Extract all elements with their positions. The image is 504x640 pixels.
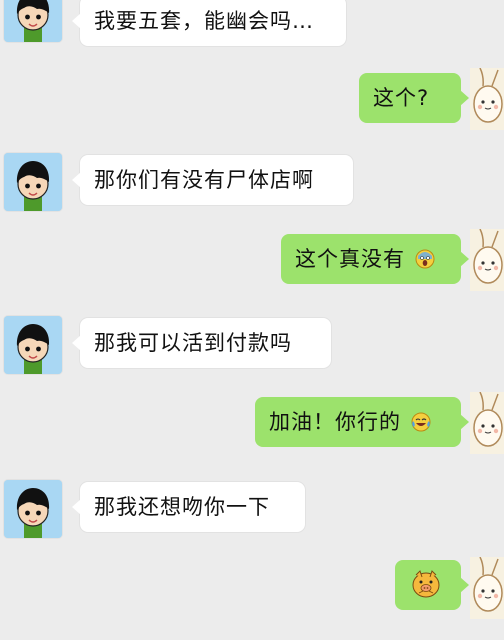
pig-sticker-icon xyxy=(410,568,442,600)
message-text: 那我还想吻你一下 xyxy=(94,495,270,519)
contact-avatar[interactable] xyxy=(4,0,62,42)
message-bubble[interactable]: 我要五套，能幽会吗… xyxy=(72,0,346,46)
scream-emoji-icon xyxy=(415,249,435,269)
user-avatar[interactable] xyxy=(470,229,504,291)
message-bubble[interactable]: 那我可以活到付款吗 xyxy=(72,318,331,368)
contact-avatar[interactable] xyxy=(4,480,62,538)
sticker-bubble[interactable] xyxy=(395,560,469,610)
message-text: 这个? xyxy=(373,86,430,110)
message-text: 那你们有没有尸体店啊 xyxy=(94,168,314,192)
message-bubble[interactable]: 那你们有没有尸体店啊 xyxy=(72,155,353,205)
contact-avatar[interactable] xyxy=(4,316,62,374)
chat-thread: 我要五套，能幽会吗… 这个? 那你们有没有尸体店啊 这个真没有 那我可以活到付款… xyxy=(0,0,504,640)
message-text: 加油！你行的 xyxy=(269,410,401,434)
user-avatar[interactable] xyxy=(470,392,504,454)
message-bubble[interactable]: 这个? xyxy=(359,73,469,123)
message-bubble[interactable]: 这个真没有 xyxy=(281,234,469,284)
message-text: 我要五套，能幽会吗… xyxy=(94,9,314,33)
tears-of-joy-emoji-icon xyxy=(411,412,431,432)
message-text: 这个真没有 xyxy=(295,247,405,271)
user-avatar[interactable] xyxy=(470,68,504,130)
message-text: 那我可以活到付款吗 xyxy=(94,331,292,355)
message-bubble[interactable]: 加油！你行的 xyxy=(255,397,469,447)
contact-avatar[interactable] xyxy=(4,153,62,211)
message-bubble[interactable]: 那我还想吻你一下 xyxy=(72,482,305,532)
user-avatar[interactable] xyxy=(470,557,504,619)
